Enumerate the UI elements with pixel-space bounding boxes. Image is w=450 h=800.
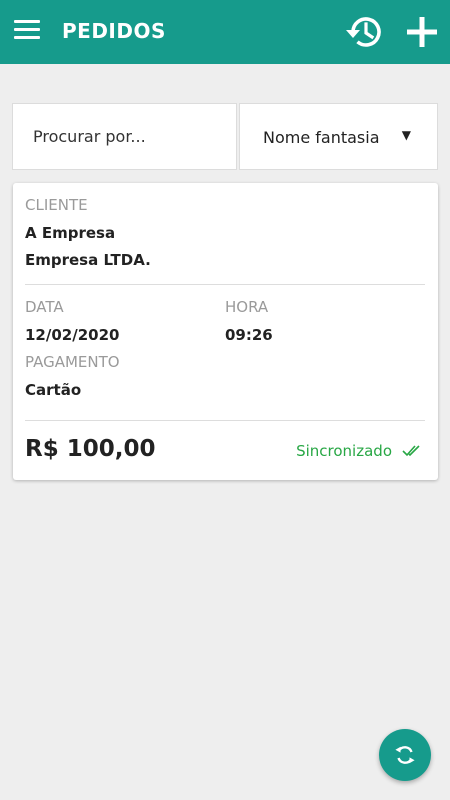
pagamento-value: Cartão [25,381,82,399]
sync-status: Sincronizado [296,442,392,460]
data-label: DATA [25,298,64,316]
cliente-razao: Empresa LTDA. [25,251,151,269]
app-bar: PEDIDOS [0,0,450,64]
hora-label: HORA [225,298,269,316]
search-input[interactable] [12,103,237,170]
menu-icon[interactable] [14,20,40,40]
filter-select[interactable]: Nome fantasia ▼ [239,103,438,170]
add-order-button[interactable] [404,14,440,50]
caret-down-icon: ▼ [401,128,411,142]
sync-button[interactable] [379,729,431,781]
plus-icon [407,17,437,47]
order-total: R$ 100,00 [25,436,156,462]
cliente-nome: A Empresa [25,224,116,242]
sync-icon [395,746,415,764]
page-title: PEDIDOS [62,19,166,43]
divider [25,420,425,421]
cliente-label: CLIENTE [25,196,88,214]
history-icon[interactable] [344,11,386,53]
double-check-icon [402,445,420,457]
hora-value: 09:26 [225,326,273,344]
order-card[interactable]: CLIENTE A Empresa Empresa LTDA. DATA 12/… [13,183,438,480]
pagamento-label: PAGAMENTO [25,353,120,371]
divider [25,284,425,285]
search-bar: Nome fantasia ▼ [12,103,438,170]
filter-select-value: Nome fantasia [263,128,380,147]
data-value: 12/02/2020 [25,326,120,344]
